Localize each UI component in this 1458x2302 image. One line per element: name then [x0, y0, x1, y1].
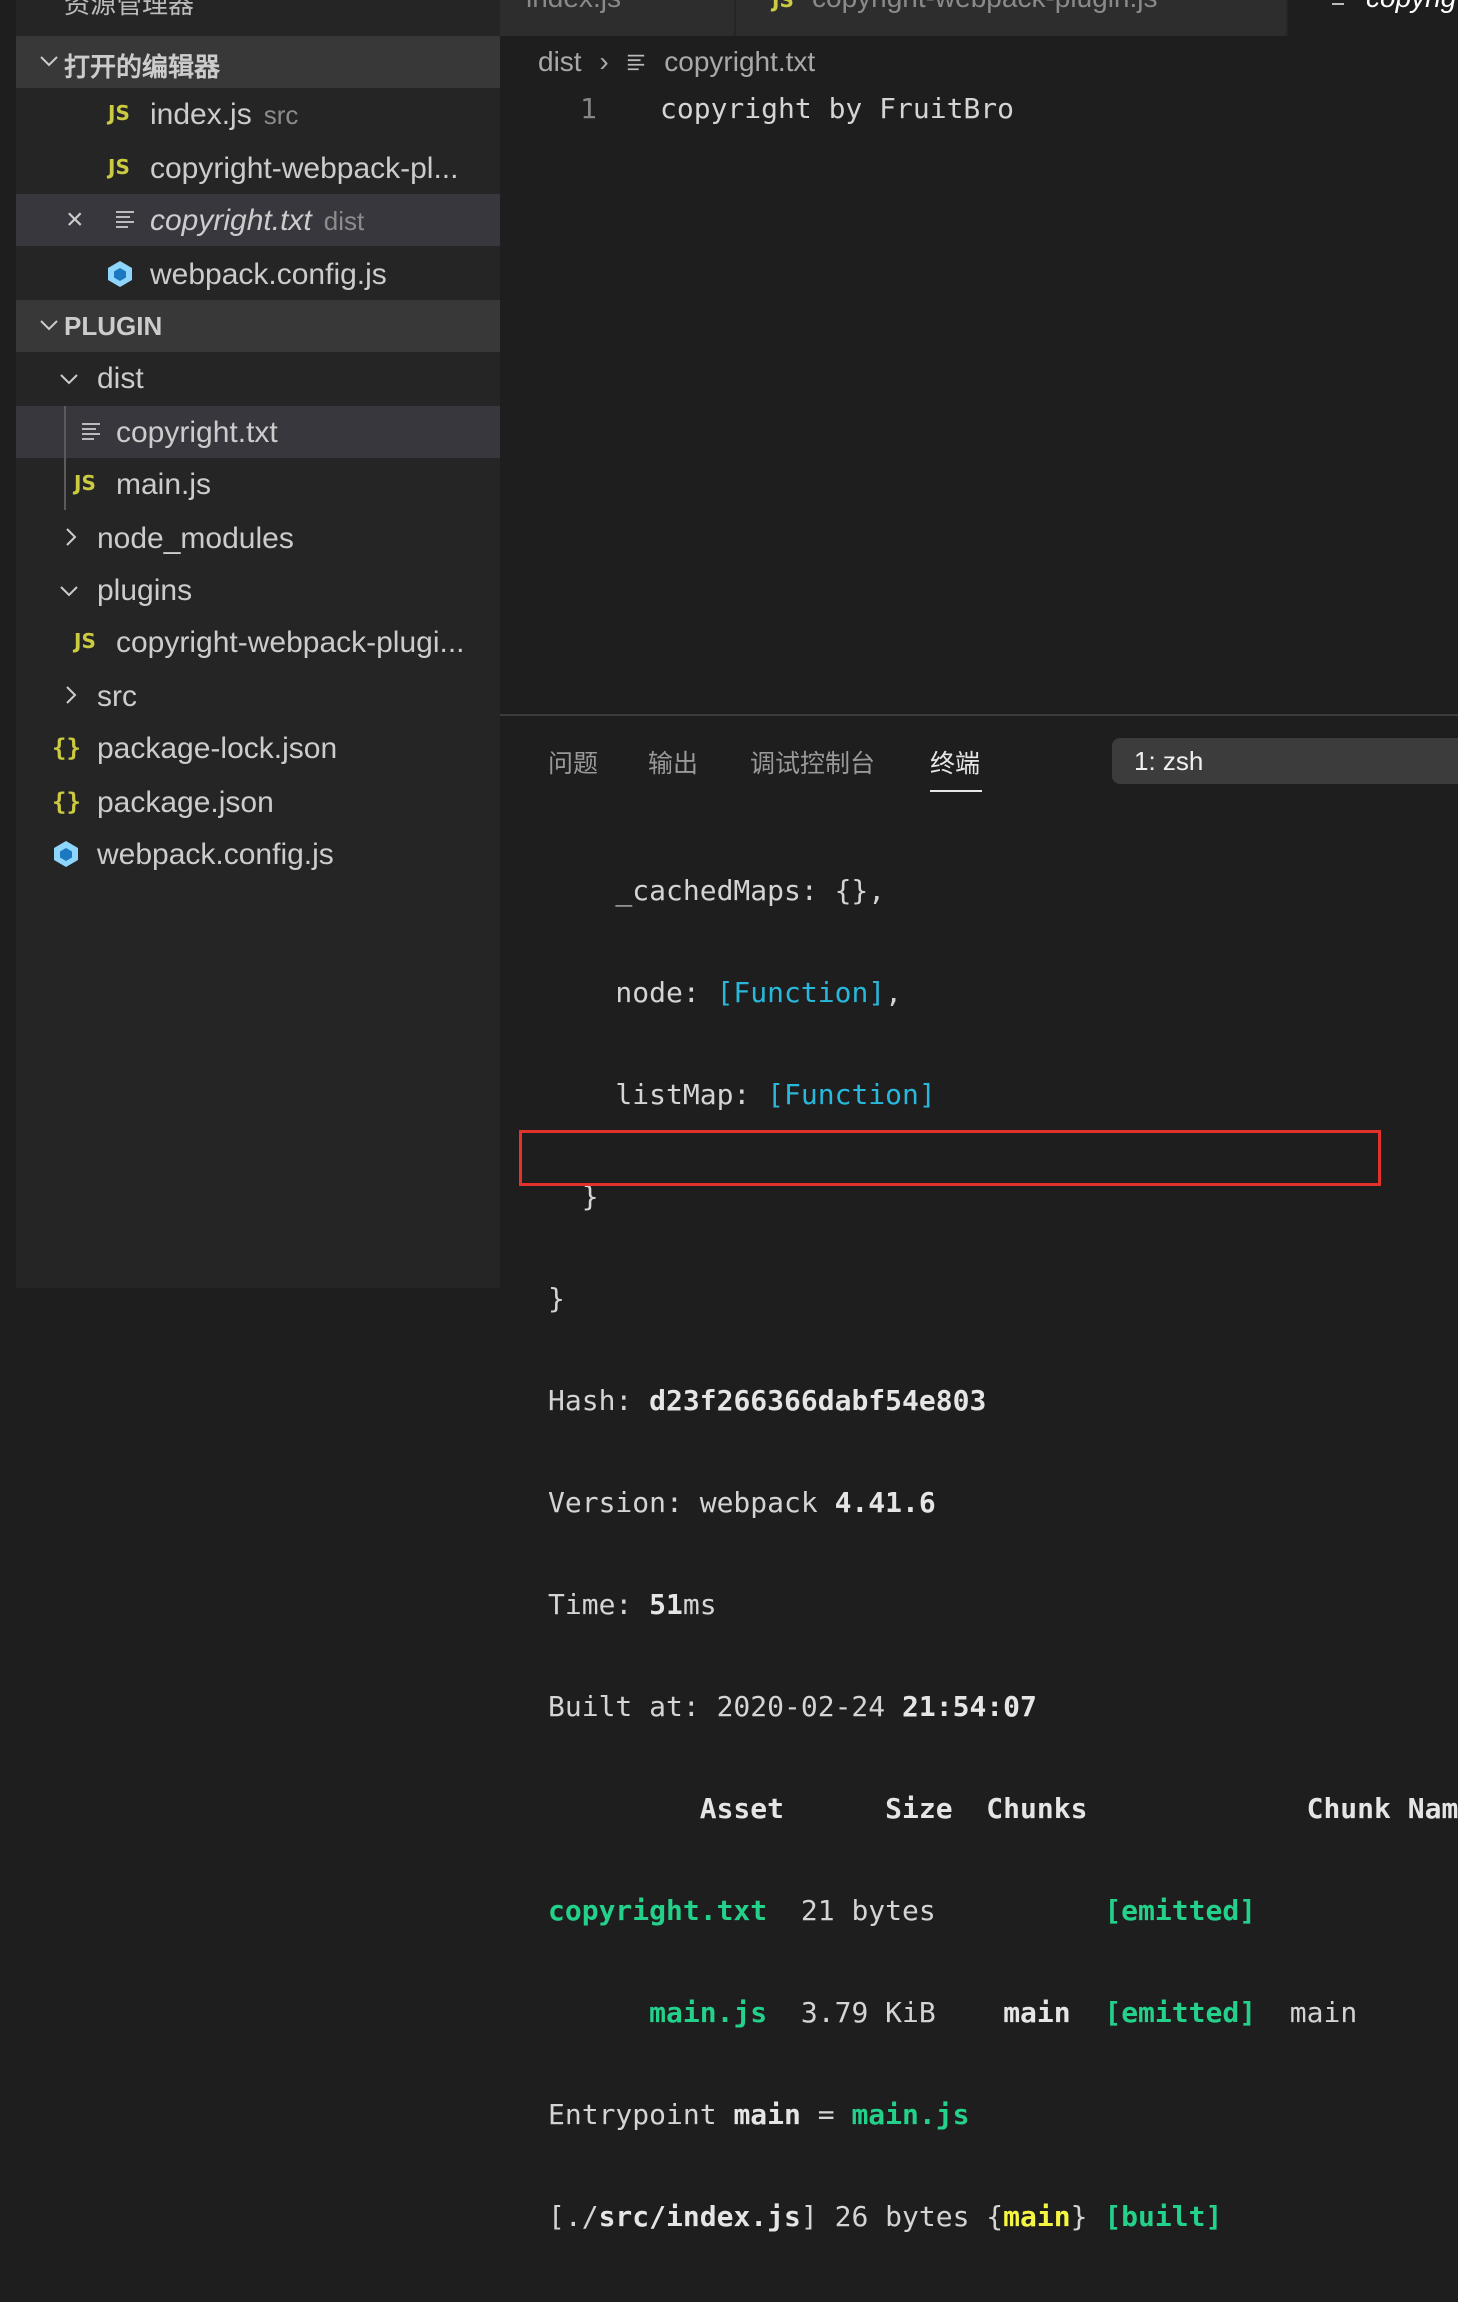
project-folder-label: PLUGIN — [64, 311, 163, 341]
javascript-icon: JS — [74, 471, 96, 495]
tree-folder-dist[interactable]: dist — [16, 352, 500, 404]
open-editor-item[interactable]: JS index.js src — [16, 88, 500, 140]
breadcrumb-file[interactable]: copyright.txt — [664, 46, 815, 77]
terminal-selector[interactable]: 1: zsh — [1112, 738, 1458, 784]
tab-output[interactable]: 输出 — [648, 744, 698, 780]
terminal-table-header: Asset Size Chunks Chunk Names — [548, 1792, 1458, 1825]
chevron-right-icon — [66, 686, 77, 704]
tab-problems[interactable]: 问题 — [548, 744, 598, 780]
tree-file-plugin-js[interactable]: JS copyright-webpack-plugi... — [16, 616, 500, 668]
breadcrumb: dist › copyright.txt — [538, 46, 815, 78]
terminal-line-version: Version: webpack 4.41.6 — [548, 1486, 936, 1519]
tab-label: index.js — [526, 0, 621, 14]
terminal-output[interactable]: _cachedMaps: {}, node: [Function], listM… — [548, 806, 1458, 2302]
terminal-line: } — [548, 1282, 565, 1315]
highlight-box — [519, 1130, 1381, 1186]
chevron-right-icon — [66, 528, 77, 546]
webpack-icon — [54, 841, 78, 867]
text-file-icon — [82, 423, 100, 440]
breadcrumb-folder[interactable]: dist — [538, 46, 582, 77]
file-name: index.js — [150, 98, 252, 131]
explorer-sidebar: 资源管理器 打开的编辑器 JS index.js src JS copyright… — [0, 0, 500, 1288]
tree-file-webpack-config[interactable]: webpack.config.js — [16, 828, 500, 880]
terminal-module-line: [./src/index.js] 26 bytes {main} [built] — [548, 2200, 1223, 2233]
active-tab-indicator — [930, 790, 982, 792]
explorer-title: 资源管理器 — [64, 0, 195, 19]
folder-name: plugins — [97, 574, 193, 607]
open-editor-item-active[interactable]: × copyright.txt dist — [16, 194, 500, 246]
editor-area: index.js JS copyright-webpack-plugin.js … — [500, 0, 1458, 714]
file-name: package.json — [97, 786, 274, 819]
file-name: webpack.config.js — [97, 838, 334, 871]
text-file-icon — [1332, 3, 1344, 5]
folder-name: node_modules — [97, 522, 294, 555]
close-icon[interactable]: × — [66, 205, 84, 235]
open-editor-item[interactable]: webpack.config.js — [16, 248, 500, 300]
terminal-asset-row: copyright.txt 21 bytes [emitted] — [548, 1894, 1257, 1927]
open-editor-item[interactable]: JS copyright-webpack-pl... — [16, 142, 500, 194]
chevron-down-icon — [60, 586, 78, 597]
explorer-title-bar: 资源管理器 — [0, 0, 500, 36]
tree-folder-node-modules[interactable]: node_modules — [16, 512, 500, 564]
json-icon: {} — [52, 788, 81, 816]
terminal-line-built-at: Built at: 2020-02-24 21:54:07 — [548, 1690, 1037, 1723]
line-number: 1 — [580, 92, 597, 125]
terminal-selector-value: 1: zsh — [1134, 746, 1204, 776]
file-name: package-lock.json — [97, 732, 338, 765]
open-editors-label: 打开的编辑器 — [64, 52, 221, 82]
chevron-down-icon — [40, 56, 58, 67]
terminal-line: _cachedMaps: {}, — [548, 874, 886, 907]
activity-bar-edge — [0, 0, 16, 1288]
tab-copyright-webpack-plugin[interactable]: JS copyright-webpack-plugin.js — [736, 0, 1286, 36]
file-name: copyright.txt — [150, 204, 312, 237]
javascript-icon: JS — [108, 101, 130, 125]
chevron-down-icon — [60, 374, 78, 385]
indent-guide — [64, 406, 66, 510]
tab-terminal[interactable]: 终端 — [930, 744, 980, 780]
terminal-asset-row: main.js 3.79 KiB main [emitted] main — [649, 1996, 1358, 2029]
file-name: copyright.txt — [116, 416, 278, 449]
tab-label: copyrig — [1366, 0, 1456, 14]
file-name: main.js — [116, 468, 212, 501]
folder-name: dist — [97, 362, 144, 395]
chevron-down-icon — [40, 320, 58, 331]
terminal-entrypoint-line: Entrypoint main = main.js — [548, 2098, 970, 2131]
javascript-icon: JS — [108, 155, 130, 179]
tree-file-copyright-txt[interactable]: copyright.txt — [16, 406, 500, 458]
tree-folder-src[interactable]: src — [16, 670, 500, 722]
tree-folder-plugins[interactable]: plugins — [16, 564, 500, 616]
tab-label: copyright-webpack-plugin.js — [812, 0, 1158, 14]
terminal-line: node: [Function], — [548, 976, 903, 1009]
javascript-icon: JS — [772, 0, 794, 12]
bottom-panel: 问题 输出 调试控制台 终端 1: zsh _cachedMaps: {}, n… — [500, 714, 1458, 2233]
open-editors-header[interactable]: 打开的编辑器 — [16, 36, 500, 88]
tab-debug-console[interactable]: 调试控制台 — [750, 744, 875, 780]
file-description: src — [263, 100, 299, 130]
terminal-line-hash: Hash: d23f266366dabf54e803 — [548, 1384, 987, 1417]
tree-file-package-lock[interactable]: {} package-lock.json — [16, 722, 500, 774]
json-icon: {} — [52, 734, 81, 762]
folder-name: src — [97, 680, 137, 713]
terminal-line: listMap: [Function] — [548, 1078, 936, 1111]
file-description: dist — [323, 206, 365, 236]
terminal-line-time: Time: 51ms — [548, 1588, 717, 1621]
editor-tab-bar: index.js JS copyright-webpack-plugin.js … — [500, 0, 1458, 36]
breadcrumb-separator: › — [599, 46, 609, 77]
file-name: copyright-webpack-pl... — [150, 152, 459, 185]
tab-index-js[interactable]: index.js — [500, 0, 734, 36]
webpack-icon — [108, 261, 132, 287]
javascript-icon: JS — [74, 629, 96, 653]
text-file-icon — [116, 211, 134, 228]
tree-file-package-json[interactable]: {} package.json — [16, 776, 500, 828]
file-name: copyright-webpack-plugi... — [116, 626, 465, 659]
file-name: webpack.config.js — [150, 258, 387, 291]
tab-copyright-txt[interactable]: copyrig — [1288, 0, 1458, 36]
text-file-icon — [628, 54, 645, 71]
project-folder-header[interactable]: PLUGIN — [16, 300, 500, 352]
tree-file-main-js[interactable]: JS main.js — [16, 458, 500, 510]
code-line[interactable]: copyright by FruitBro — [660, 92, 1014, 125]
